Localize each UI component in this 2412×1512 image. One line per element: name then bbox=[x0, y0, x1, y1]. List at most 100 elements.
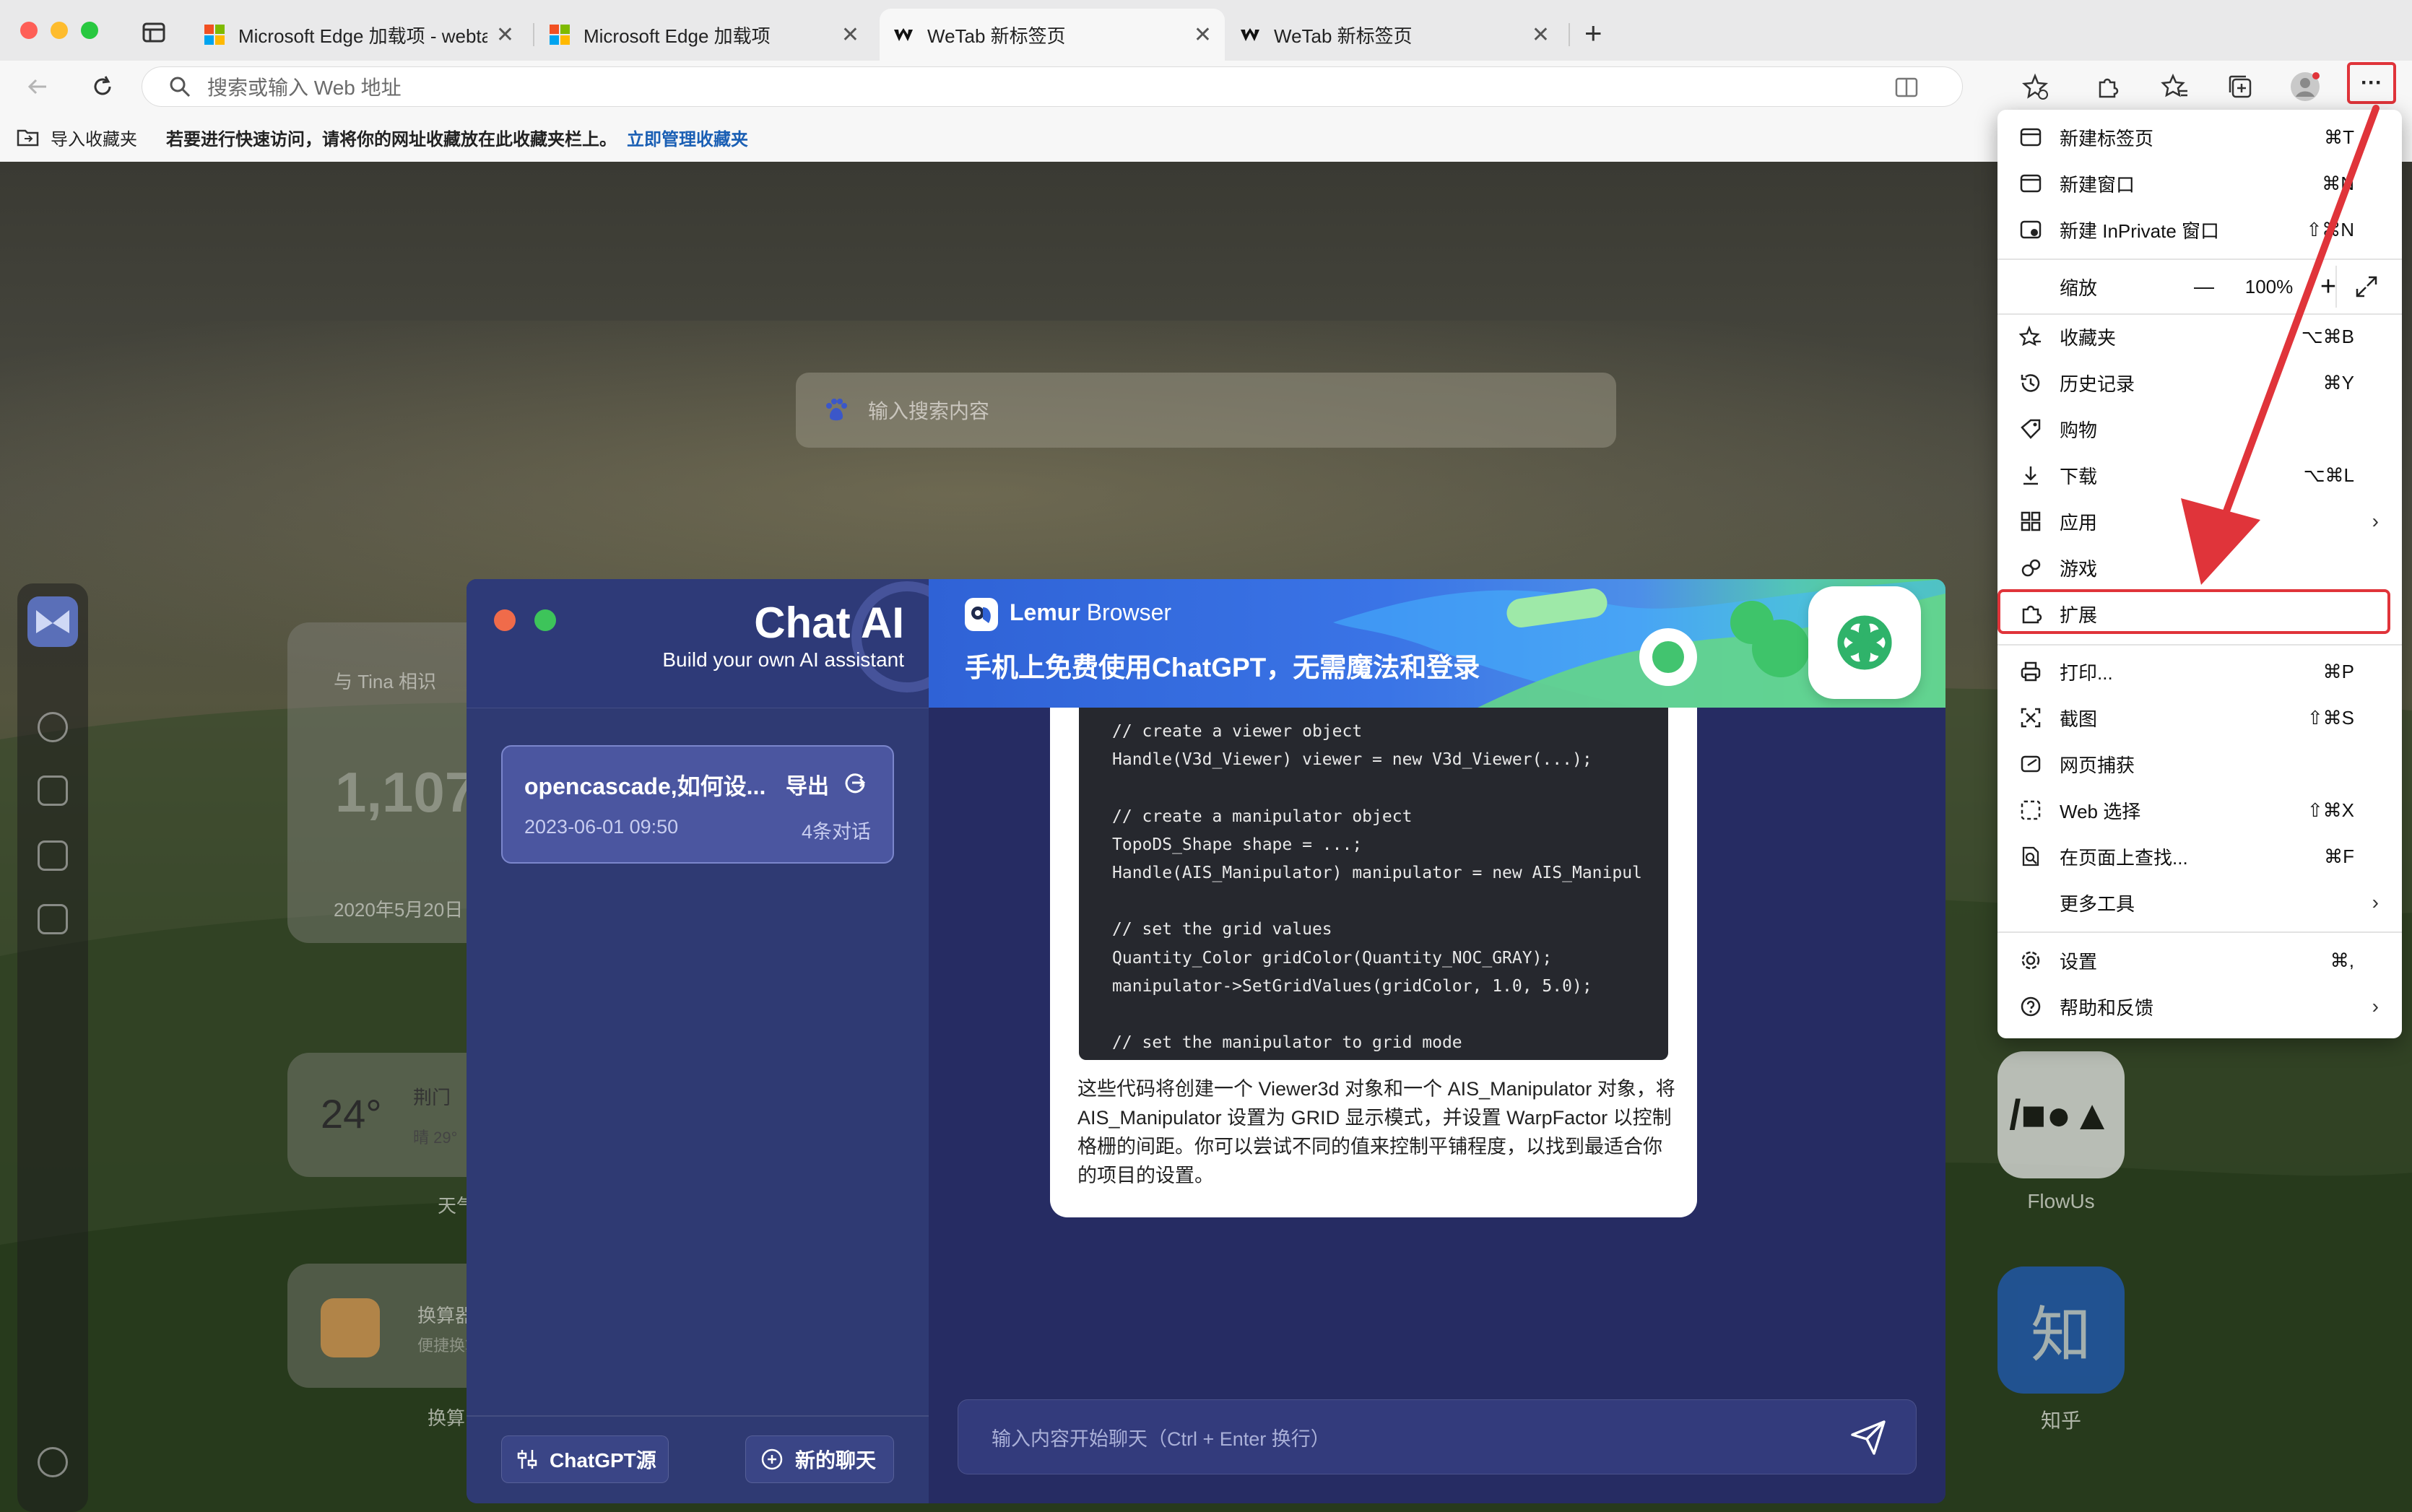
weather-detail: 晴 29° bbox=[413, 1129, 458, 1147]
close-tab-icon[interactable]: ✕ bbox=[1532, 22, 1550, 48]
tab-wetab-active[interactable]: WeTab 新标签页 ✕ bbox=[880, 9, 1225, 61]
chat-sidebar-header: Chat AI Build your own AI assistant bbox=[467, 579, 929, 708]
new-tab-icon bbox=[2016, 126, 2045, 149]
menu-item-web-capture[interactable]: 网页捕获 bbox=[1997, 741, 2402, 787]
microsoft-logo-icon bbox=[549, 24, 571, 45]
weather-city: 荆门 bbox=[413, 1087, 451, 1108]
tab-actions-icon[interactable] bbox=[142, 22, 166, 43]
sidebar-divider bbox=[467, 1415, 929, 1417]
zhihu-app-label: 知乎 bbox=[2040, 1409, 2081, 1432]
conversation-count: 4条对话 bbox=[801, 821, 871, 843]
screenshot-icon bbox=[2016, 706, 2045, 729]
menu-divider bbox=[1997, 644, 2402, 646]
search-icon bbox=[168, 75, 191, 98]
conversation-time: 2023-06-01 09:50 bbox=[524, 816, 679, 838]
dock-home-icon[interactable] bbox=[38, 712, 68, 742]
chat-app-title: Chat AI bbox=[754, 599, 904, 647]
window-zoom-button[interactable] bbox=[81, 22, 98, 39]
address-placeholder: 搜索或输入 Web 地址 bbox=[207, 77, 402, 99]
lemur-browser-banner[interactable]: Lemur Browser 手机上免费使用ChatGPT，无需魔法和登录 bbox=[929, 579, 1945, 708]
menu-item-print[interactable]: 打印... ⌘P bbox=[1997, 648, 2402, 695]
close-tab-icon[interactable]: ✕ bbox=[496, 22, 514, 48]
menu-item-settings[interactable]: 设置 ⌘, bbox=[1997, 937, 2402, 983]
download-icon bbox=[2016, 464, 2045, 487]
manage-favorites-link[interactable]: 立即管理收藏夹 bbox=[627, 125, 748, 150]
menu-item-screenshot[interactable]: 截图 ⇧⌘S bbox=[1997, 695, 2402, 741]
export-icon[interactable] bbox=[842, 770, 868, 799]
import-favorites-link[interactable]: 导入收藏夹 bbox=[51, 125, 137, 150]
send-icon[interactable] bbox=[1849, 1419, 1887, 1460]
menu-item-help[interactable]: 帮助和反馈 › bbox=[1997, 983, 2402, 1030]
new-chat-label: 新的聊天 bbox=[795, 1449, 877, 1472]
tab-strip: Microsoft Edge 加载项 - webtab ✕ Microsoft … bbox=[0, 0, 2412, 61]
tab-edge-addons[interactable]: Microsoft Edge 加载项 ✕ bbox=[536, 9, 872, 61]
inprivate-icon bbox=[2016, 218, 2045, 241]
tab-label: WeTab 新标签页 bbox=[927, 25, 1066, 47]
newtab-search-box[interactable]: 输入搜索内容 bbox=[796, 373, 1616, 448]
conversation-title: opencascade,如何设... bbox=[524, 773, 766, 799]
favorites-hint-text: 若要进行快速访问，请将你的网址收藏放在此收藏夹栏上。 bbox=[166, 129, 617, 149]
flowus-app-label: FlowUs bbox=[2027, 1190, 2095, 1212]
menu-item-find[interactable]: 在页面上查找... ⌘F bbox=[1997, 833, 2402, 879]
calculator-widget-label: 换算 bbox=[428, 1407, 466, 1429]
printer-icon bbox=[2016, 660, 2045, 683]
sliders-icon bbox=[516, 1448, 538, 1471]
dock-bag-icon[interactable] bbox=[38, 904, 68, 934]
export-button[interactable]: 导出 bbox=[786, 768, 829, 800]
lemur-logo-icon bbox=[965, 598, 998, 631]
tab-wetab[interactable]: WeTab 新标签页 ✕ bbox=[1226, 9, 1563, 61]
left-dock bbox=[17, 583, 88, 1512]
plus-circle-icon bbox=[760, 1448, 784, 1471]
new-tab-button[interactable]: + bbox=[1584, 16, 1602, 51]
refresh-icon[interactable] bbox=[82, 66, 123, 107]
add-favorite-icon[interactable] bbox=[2015, 66, 2055, 107]
close-tab-icon[interactable]: ✕ bbox=[841, 22, 859, 48]
wetab-avatar[interactable] bbox=[27, 596, 78, 647]
search-placeholder: 输入搜索内容 bbox=[868, 400, 990, 422]
chat-input[interactable]: 输入内容开始聊天（Ctrl + Enter 换行） bbox=[958, 1399, 1917, 1474]
banner-brand: Lemur bbox=[1010, 599, 1080, 625]
chevron-right-icon: › bbox=[2372, 995, 2379, 1017]
days-widget-title: 与 Tina 相识 bbox=[334, 671, 437, 692]
dock-edit-icon[interactable] bbox=[38, 775, 68, 806]
tab-divider bbox=[533, 23, 534, 46]
address-bar[interactable]: 搜索或输入 Web 地址 bbox=[142, 66, 1963, 107]
close-tab-icon[interactable]: ✕ bbox=[1194, 22, 1212, 48]
window-close-button[interactable] bbox=[20, 22, 38, 39]
menu-divider bbox=[1997, 931, 2402, 933]
extensions-icon[interactable] bbox=[2087, 66, 2127, 107]
days-widget-value: 1,107 bbox=[335, 760, 477, 824]
window-minimize-button[interactable] bbox=[51, 22, 68, 39]
tab-label: WeTab 新标签页 bbox=[1274, 25, 1413, 47]
find-on-page-icon bbox=[2016, 845, 2045, 868]
tab-label: Microsoft Edge 加载项 - webtab bbox=[238, 25, 487, 47]
back-icon[interactable] bbox=[17, 66, 58, 107]
conversation-card[interactable]: opencascade,如何设... 导出 2023-06-01 09:50 4… bbox=[501, 745, 894, 864]
read-aloud-icon[interactable] bbox=[1894, 76, 1919, 103]
menu-item-more-tools[interactable]: 更多工具 › bbox=[1997, 879, 2402, 926]
shopping-tag-icon bbox=[2016, 417, 2045, 440]
chatgpt-logo-icon bbox=[1808, 586, 1921, 699]
tab-edge-addons-webtab[interactable]: Microsoft Edge 加载项 - webtab ✕ bbox=[191, 9, 527, 61]
new-chat-button[interactable]: 新的聊天 bbox=[745, 1435, 894, 1483]
games-icon bbox=[2016, 556, 2045, 579]
microsoft-logo-icon bbox=[204, 24, 225, 45]
dock-add-icon[interactable] bbox=[38, 1447, 68, 1477]
days-widget-date: 2020年5月20日 bbox=[334, 899, 464, 921]
chatgpt-source-label: ChatGPT源 bbox=[550, 1449, 656, 1472]
zhihu-app-icon[interactable]: 知 bbox=[1997, 1266, 2125, 1394]
flowus-app-icon[interactable]: /■●▲ bbox=[1997, 1051, 2125, 1178]
chatgpt-source-button[interactable]: ChatGPT源 bbox=[501, 1435, 669, 1483]
chat-ai-window: Chat AI Build your own AI assistant open… bbox=[467, 579, 1945, 1503]
chat-close-button[interactable] bbox=[494, 609, 516, 631]
menu-item-web-select[interactable]: Web 选择 ⇧⌘X bbox=[1997, 787, 2402, 833]
favorites-star-icon bbox=[2016, 325, 2045, 348]
wetab-logo-icon bbox=[893, 24, 914, 45]
code-block: // create a viewer object Handle(V3d_Vie… bbox=[1079, 708, 1668, 1060]
banner-brand-suffix: Browser bbox=[1086, 599, 1172, 625]
wetab-logo-icon bbox=[1239, 24, 1261, 45]
dock-code-icon[interactable] bbox=[38, 840, 68, 871]
baidu-paw-icon bbox=[822, 396, 851, 425]
chat-minimize-button[interactable] bbox=[534, 609, 556, 631]
assistant-answer-text: 这些代码将创建一个 Viewer3d 对象和一个 AIS_Manipulator… bbox=[1077, 1078, 1675, 1186]
